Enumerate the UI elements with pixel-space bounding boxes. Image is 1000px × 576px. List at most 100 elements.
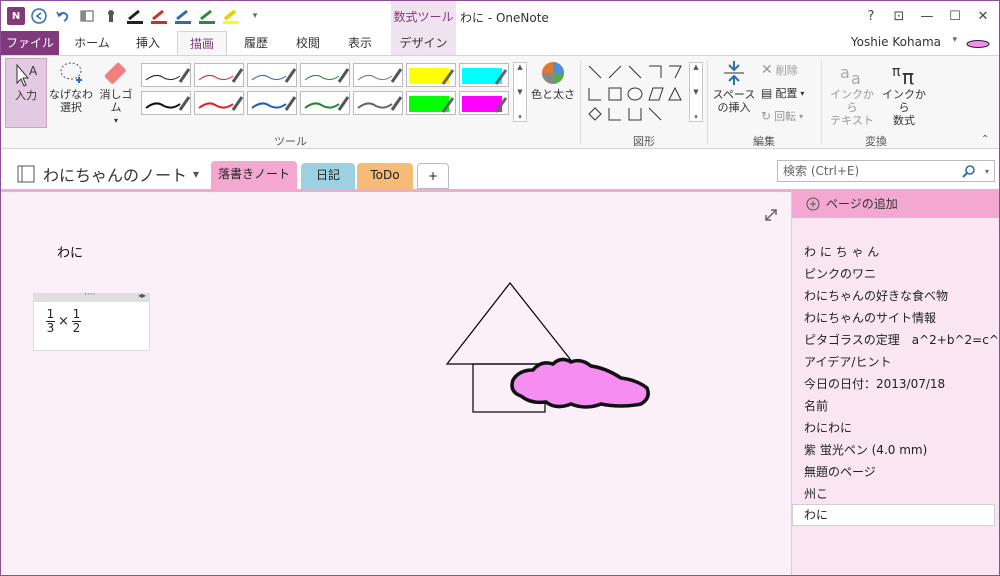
tab-insert[interactable]: 挿入 xyxy=(125,31,171,55)
qat-pen-green[interactable] xyxy=(197,6,217,26)
ink-to-math-button[interactable]: ππ インクから 数式 xyxy=(879,58,929,128)
ribbon-separator xyxy=(821,60,822,144)
back-button[interactable] xyxy=(29,6,49,26)
insert-space-button[interactable]: スペース の挿入 xyxy=(711,58,757,128)
svg-text:π: π xyxy=(892,64,901,80)
pen-swatch[interactable] xyxy=(300,63,350,87)
page-item[interactable]: ピタゴラスの定理 a^2+b^2=c^2 xyxy=(804,331,999,348)
page-item[interactable]: 州こ xyxy=(804,485,828,502)
page-item[interactable]: 無題のページ xyxy=(804,463,876,480)
eraser-button[interactable]: 消しゴム ▾ xyxy=(95,58,137,128)
maximize-button[interactable]: ☐ xyxy=(943,5,967,27)
shapes-gallery-scroll[interactable]: ▲ ▼ ▾ xyxy=(689,62,703,122)
add-section-button[interactable]: + xyxy=(417,163,449,189)
tab-home[interactable]: ホーム xyxy=(67,31,117,55)
shapes-scroll-up-icon[interactable]: ▲ xyxy=(693,63,698,71)
pen-swatch[interactable] xyxy=(247,63,297,87)
highlighter-icon xyxy=(409,68,455,85)
onenote-app-icon[interactable]: N xyxy=(7,7,25,25)
search-input[interactable]: 検索 (Ctrl+E) ▾ xyxy=(777,160,995,182)
pen-gallery-scroll[interactable]: ▲ ▼ ▾ xyxy=(513,62,527,122)
scroll-up-icon[interactable]: ▲ xyxy=(517,63,522,71)
shapes-more-icon[interactable]: ▾ xyxy=(694,113,698,121)
page-item[interactable]: 紫 蛍光ペン (4.0 mm) xyxy=(804,441,927,458)
user-name[interactable]: Yoshie Kohama xyxy=(851,35,941,49)
search-icon[interactable] xyxy=(962,164,976,178)
touch-mode-button[interactable] xyxy=(101,6,121,26)
crocodile-drawing[interactable] xyxy=(510,357,650,409)
highlighter-icon xyxy=(462,96,508,113)
pen-swatch[interactable] xyxy=(141,63,191,87)
arrange-button[interactable]: ▤ 配置 ▾ xyxy=(761,85,804,101)
pen-swatch[interactable] xyxy=(406,91,456,115)
pen-swatch[interactable] xyxy=(300,91,350,115)
page-item[interactable]: アイデア/ヒント xyxy=(804,353,891,370)
collapse-ribbon-icon[interactable]: ⌃ xyxy=(981,134,989,145)
pen-swatch[interactable] xyxy=(459,91,509,115)
qat-pen-red[interactable] xyxy=(149,6,169,26)
triangle-shape[interactable] xyxy=(445,282,576,365)
ink-drawing[interactable] xyxy=(1,192,791,576)
page-item[interactable]: ピンクのワニ xyxy=(804,265,876,282)
tab-history[interactable]: 履歴 xyxy=(233,31,279,55)
pen-swatch[interactable] xyxy=(194,91,244,115)
page-canvas[interactable]: わに ···· ◂▸ 1 3 × 1 2 xyxy=(1,189,791,576)
page-item[interactable]: わにわに xyxy=(804,419,852,436)
pen-swatch[interactable] xyxy=(353,63,403,87)
ink-to-math-label-2: 数式 xyxy=(893,114,915,127)
svg-text:a: a xyxy=(851,69,861,88)
group-shapes-label: 図形 xyxy=(633,135,655,148)
section-tab-diary[interactable]: 日記 xyxy=(301,163,355,189)
ink-to-text-icon: aa xyxy=(840,63,861,88)
page-item[interactable]: 名前 xyxy=(804,397,828,414)
scroll-down-icon[interactable]: ▼ xyxy=(517,88,522,96)
tab-review[interactable]: 校閲 xyxy=(285,31,331,55)
qat-pen-black[interactable] xyxy=(125,6,145,26)
qat-highlighter-yellow[interactable] xyxy=(221,6,241,26)
user-avatar-icon[interactable] xyxy=(965,38,991,48)
color-thickness-button[interactable]: 色と太さ xyxy=(531,58,575,128)
pen-swatch[interactable] xyxy=(141,91,191,115)
qat-pen-blue[interactable] xyxy=(173,6,193,26)
lasso-select-button[interactable]: なげなわ 選択 xyxy=(49,58,93,128)
pen-swatch[interactable] xyxy=(459,63,509,87)
notebook-selector[interactable]: わにちゃんのノート ▾ xyxy=(15,162,199,186)
touch-hand-icon xyxy=(108,10,114,22)
input-button[interactable]: A 入力 xyxy=(5,58,47,128)
tab-draw[interactable]: 描画 xyxy=(177,31,227,56)
shapes-scroll-down-icon[interactable]: ▼ xyxy=(693,88,698,96)
page-item[interactable]: わにちゃんのサイト情報 xyxy=(804,309,936,326)
page-item-selected[interactable]: わに xyxy=(792,504,995,526)
gallery-more-icon[interactable]: ▾ xyxy=(518,113,522,121)
ink-to-text-button[interactable]: aa インクから テキスト xyxy=(827,58,877,128)
ribbon-display-button[interactable]: ⊡ xyxy=(887,5,911,27)
ribbon-draw: A 入力 なげなわ 選択 消しゴム ▾ ▲ ▼ ▾ 色と太さ ツール ▲ ▼ ▾… xyxy=(1,55,999,149)
shapes-gallery[interactable] xyxy=(585,62,689,124)
delete-button[interactable]: ✕ 削除 xyxy=(761,62,798,78)
tab-design[interactable]: デザイン xyxy=(391,31,456,55)
close-button[interactable]: ✕ xyxy=(971,5,995,27)
add-page-button[interactable]: ページの追加 xyxy=(792,189,999,218)
user-menu-chevron-icon[interactable]: ▾ xyxy=(952,35,957,45)
color-wheel-icon xyxy=(542,62,564,84)
lasso-icon xyxy=(60,62,82,83)
pen-swatch[interactable] xyxy=(406,63,456,87)
dock-view-button[interactable] xyxy=(77,6,97,26)
undo-button[interactable] xyxy=(53,6,73,26)
rotate-button[interactable]: ↻ 回転 ▾ xyxy=(761,108,803,124)
customize-qat-button[interactable]: ▾ xyxy=(245,6,265,26)
tab-view[interactable]: 表示 xyxy=(337,31,383,55)
section-tab-scribble[interactable]: 落書きノート xyxy=(211,161,297,189)
help-button[interactable]: ? xyxy=(859,5,883,27)
search-scope-chevron-icon[interactable]: ▾ xyxy=(985,162,989,182)
pen-swatch[interactable] xyxy=(247,91,297,115)
page-item[interactable]: わにちゃんの好きな食べ物 xyxy=(804,287,948,304)
tab-file[interactable]: ファイル xyxy=(1,31,59,55)
pen-swatch[interactable] xyxy=(353,91,403,115)
lasso-label-1: なげなわ xyxy=(49,88,93,101)
pen-swatch[interactable] xyxy=(194,63,244,87)
page-item[interactable]: わ に ち ゃ ん xyxy=(804,243,879,260)
minimize-button[interactable]: — xyxy=(915,5,939,27)
page-item[interactable]: 今日の日付：2013/07/18 xyxy=(804,375,945,392)
section-tab-todo[interactable]: ToDo xyxy=(357,163,413,189)
